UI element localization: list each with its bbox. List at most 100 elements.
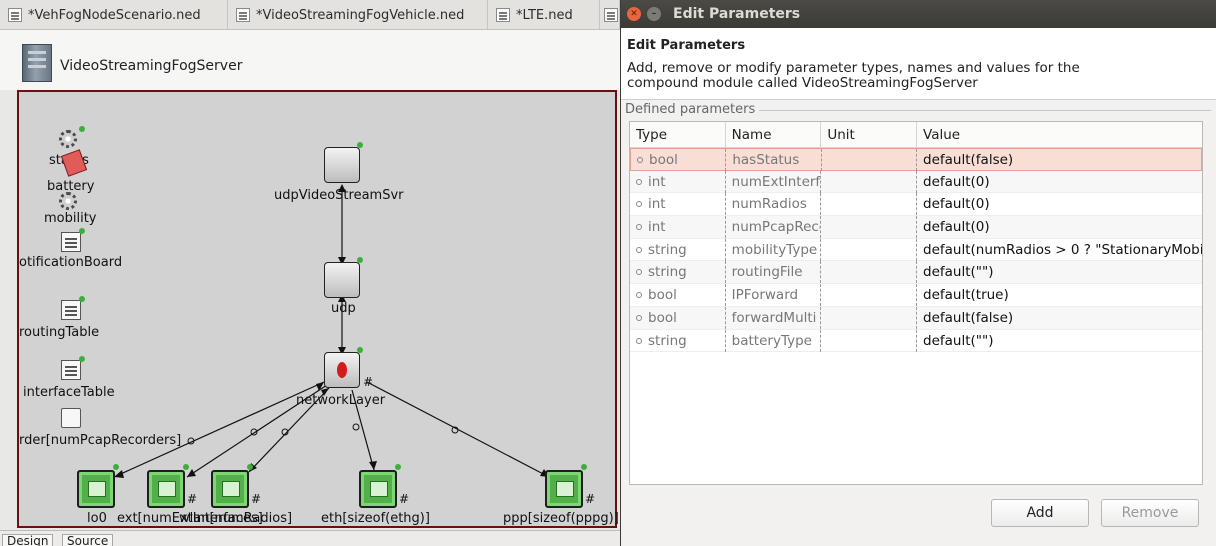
param-name[interactable]: mobilityType — [726, 238, 822, 261]
param-value[interactable]: default(0) — [917, 171, 1202, 193]
table-row[interactable]: string routingFile default("") — [630, 261, 1202, 285]
param-type-cell[interactable]: string — [630, 261, 726, 284]
parameters-table[interactable]: Type Name Unit Value bool hasStatus defa… — [629, 121, 1203, 485]
tab-videostreamingfogserver[interactable] — [600, 0, 620, 30]
gate-marker — [352, 423, 360, 431]
param-type-cell[interactable]: int — [630, 170, 726, 193]
param-type: string — [648, 264, 687, 281]
param-type-cell[interactable]: int — [630, 193, 726, 216]
param-name[interactable]: hasStatus — [726, 149, 822, 171]
status-gear-icon[interactable] — [59, 130, 77, 148]
ext-nic-icon[interactable] — [147, 470, 185, 508]
param-type-cell[interactable]: string — [630, 329, 726, 352]
param-value[interactable]: default(0) — [917, 216, 1202, 238]
param-value[interactable]: default("") — [917, 261, 1202, 283]
module-canvas[interactable]: status battery mobility otificationBoard… — [17, 90, 619, 528]
param-name[interactable]: numExtInterf — [726, 170, 822, 193]
gate-hash: # — [585, 492, 596, 506]
table-row[interactable]: bool forwardMulti default(false) — [630, 306, 1202, 330]
param-name[interactable]: routingFile — [726, 261, 822, 284]
param-unit[interactable] — [822, 149, 918, 171]
mobility-gear-icon[interactable] — [59, 192, 77, 210]
param-dot-icon — [636, 246, 642, 253]
table-row[interactable]: int numExtInterf default(0) — [630, 170, 1202, 194]
param-name[interactable]: numPcapReco — [726, 216, 822, 239]
table-row[interactable]: string batteryType default("") — [630, 329, 1202, 353]
pcap-recorder-icon[interactable] — [61, 408, 81, 428]
column-name[interactable]: Name — [726, 122, 822, 148]
check-icon — [79, 126, 85, 132]
tab-label: *VehFogNodeScenario.ned — [28, 7, 201, 23]
param-unit[interactable] — [821, 193, 918, 216]
remove-button[interactable]: Remove — [1101, 499, 1199, 527]
param-name[interactable]: numRadios — [726, 193, 822, 216]
param-type: bool — [648, 309, 677, 326]
udp-icon[interactable] — [324, 262, 360, 298]
param-type: int — [648, 219, 666, 236]
arrowhead — [369, 461, 377, 470]
loopback-nic-icon[interactable] — [77, 470, 115, 508]
column-unit[interactable]: Unit — [821, 122, 918, 148]
param-name[interactable]: batteryType — [726, 329, 822, 352]
column-value[interactable]: Value — [917, 122, 1202, 148]
param-unit[interactable] — [821, 170, 918, 193]
check-icon — [395, 464, 401, 470]
param-name[interactable]: IPForward — [726, 284, 822, 307]
ppp-nic-icon[interactable] — [545, 470, 583, 508]
pcap-recorder-label: rder[numPcapRecorders] — [19, 433, 182, 448]
arrowhead — [114, 470, 124, 478]
param-unit[interactable] — [821, 216, 918, 239]
eth-nic-icon[interactable] — [359, 470, 397, 508]
param-unit[interactable] — [821, 284, 918, 307]
param-value[interactable]: default(true) — [917, 284, 1202, 306]
routing-table-label: routingTable — [19, 325, 100, 340]
module-name: VideoStreamingFogServer — [60, 58, 243, 74]
video-stream-app-icon[interactable] — [324, 147, 360, 183]
tab-vehfognodescenario[interactable]: *VehFogNodeScenario.ned — [0, 0, 228, 30]
wlan-label: wlan[numRadios] — [179, 511, 293, 526]
interface-table-label: interfaceTable — [23, 385, 115, 400]
ppp-label: ppp[sizeof(pppg)] — [503, 511, 619, 526]
wlan-nic-icon[interactable] — [211, 470, 249, 508]
param-type-cell[interactable]: bool — [630, 284, 726, 307]
param-value[interactable]: default(numRadios > 0 ? "StationaryMobil — [917, 239, 1202, 261]
minimize-icon[interactable]: – — [647, 7, 661, 21]
param-value[interactable]: default(0) — [917, 193, 1202, 215]
param-dot-icon — [636, 314, 642, 321]
table-row[interactable]: bool hasStatus default(false) — [630, 148, 1202, 171]
notification-board-icon[interactable] — [61, 232, 81, 252]
routing-table-icon[interactable] — [61, 300, 81, 320]
check-icon — [79, 356, 85, 362]
param-type-cell[interactable]: bool — [630, 306, 726, 329]
param-unit[interactable] — [821, 306, 918, 329]
column-type[interactable]: Type — [630, 122, 726, 148]
add-button[interactable]: Add — [991, 499, 1089, 527]
table-row[interactable]: string mobilityType default(numRadios > … — [630, 238, 1202, 262]
param-dot-icon — [636, 292, 642, 299]
tab-source[interactable]: Source — [62, 534, 114, 546]
param-type-cell[interactable]: int — [630, 216, 726, 239]
param-value[interactable]: default(false) — [917, 149, 1201, 171]
tab-design[interactable]: Design — [2, 534, 54, 546]
eth-label: eth[sizeof(ethg)] — [321, 511, 430, 526]
check-icon — [79, 296, 85, 302]
editor-tab-bar: *VehFogNodeScenario.ned *VideoStreamingF… — [0, 0, 620, 30]
param-unit[interactable] — [821, 261, 918, 284]
table-row[interactable]: bool IPForward default(true) — [630, 284, 1202, 307]
param-unit[interactable] — [821, 238, 918, 261]
interface-table-icon[interactable] — [61, 360, 81, 380]
param-value[interactable]: default(false) — [917, 307, 1202, 329]
close-icon[interactable]: ✕ — [627, 7, 641, 21]
param-type-cell[interactable]: bool — [631, 149, 727, 171]
tab-videostreamingfogvehicle[interactable]: *VideoStreamingFogVehicle.ned — [228, 0, 488, 30]
param-unit[interactable] — [821, 329, 918, 352]
param-name[interactable]: forwardMulti — [726, 306, 822, 329]
param-value[interactable]: default("") — [917, 330, 1202, 352]
tab-lte[interactable]: *LTE.ned — [488, 0, 600, 30]
notification-board-label: otificationBoard — [19, 255, 123, 270]
param-type-cell[interactable]: string — [630, 238, 726, 261]
param-type: string — [648, 332, 687, 349]
server-module-icon — [22, 44, 52, 82]
table-row[interactable]: int numRadios default(0) — [630, 193, 1202, 217]
table-row[interactable]: int numPcapReco default(0) — [630, 216, 1202, 239]
